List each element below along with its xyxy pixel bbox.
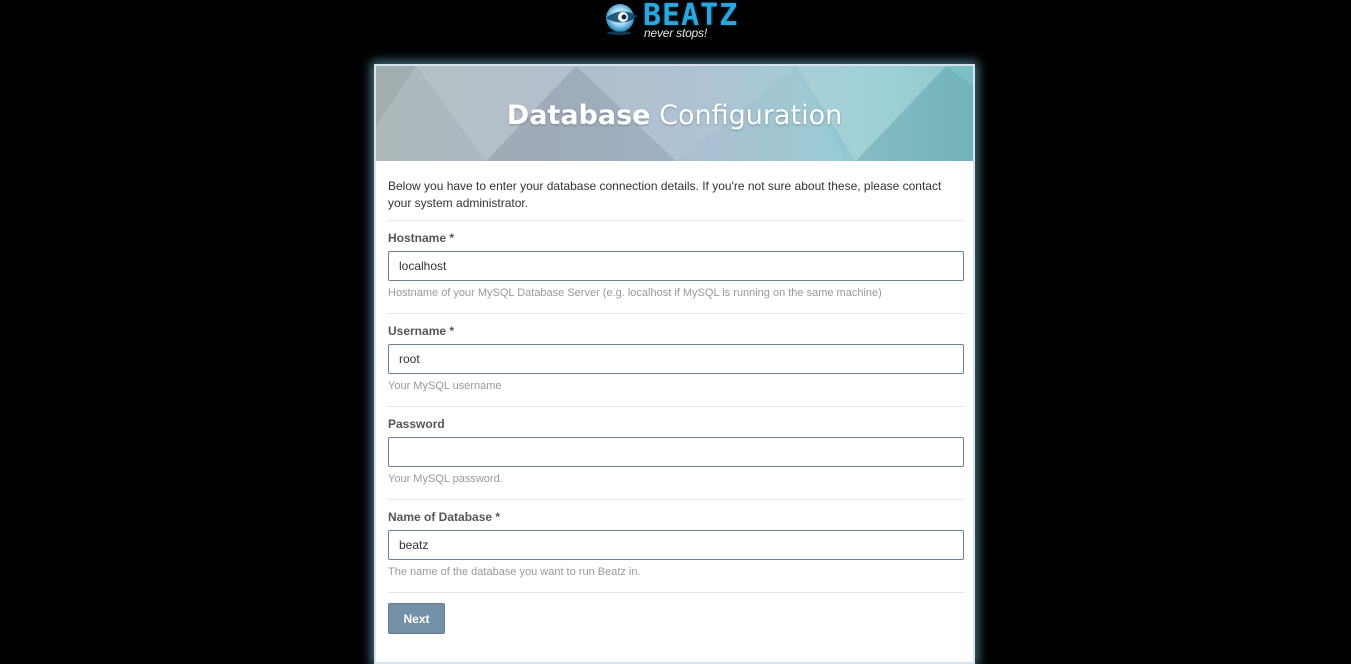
username-help: Your MySQL username	[388, 380, 502, 392]
beatz-logo: BEATZ never stops!	[603, 0, 753, 44]
database-input[interactable]	[388, 530, 964, 560]
page-title-light: Configuration	[659, 100, 843, 131]
config-form: Below you have to enter your database co…	[388, 161, 964, 634]
next-button[interactable]: Next	[388, 603, 445, 634]
page-title-bold: Database	[506, 100, 651, 131]
logo-tagline: never stops!	[644, 26, 707, 40]
password-label: Password	[388, 417, 445, 431]
username-group: Username * Your MySQL username	[388, 314, 964, 407]
eye-icon	[606, 4, 638, 35]
database-group: Name of Database * The name of the datab…	[388, 500, 964, 593]
hostname-help: Hostname of your MySQL Database Server (…	[388, 287, 882, 299]
hostname-input[interactable]	[388, 251, 964, 281]
database-help: The name of the database you want to run…	[388, 566, 641, 578]
config-banner: Database Configuration	[376, 66, 973, 161]
username-label: Username *	[388, 324, 455, 338]
hostname-group: Hostname * Hostname of your MySQL Databa…	[388, 221, 964, 314]
page-title: Database Configuration	[376, 66, 973, 161]
hostname-label: Hostname *	[388, 231, 455, 245]
config-panel: Database Configuration Below you have to…	[374, 64, 975, 664]
password-group: Password Your MySQL password.	[388, 407, 964, 500]
password-input[interactable]	[388, 437, 964, 467]
username-input[interactable]	[388, 344, 964, 374]
database-label: Name of Database *	[388, 510, 501, 524]
password-help: Your MySQL password.	[388, 473, 503, 485]
intro-text: Below you have to enter your database co…	[388, 178, 964, 221]
